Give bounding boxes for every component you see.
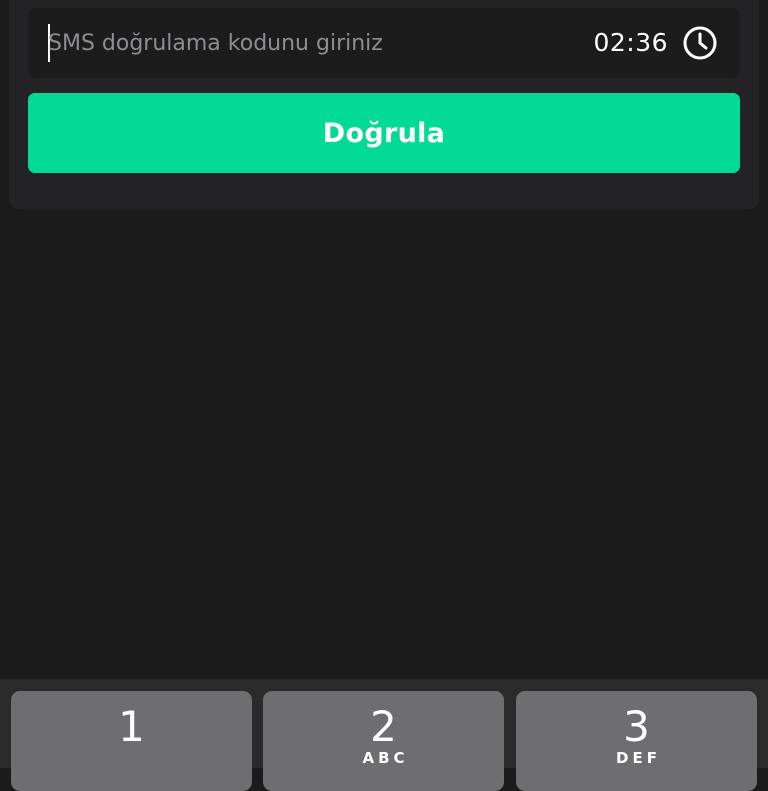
key-digit: 3 xyxy=(623,702,650,751)
verify-button[interactable]: Doğrula xyxy=(28,93,740,173)
key-digit: 2 xyxy=(370,702,397,751)
key-digit: 1 xyxy=(118,702,145,751)
key-2[interactable]: 2 ABC xyxy=(263,691,504,791)
key-letters: ABC xyxy=(362,749,409,767)
key-1[interactable]: 1 xyxy=(11,691,252,791)
numeric-keypad: 1 2 ABC 3 DEF xyxy=(0,679,768,791)
clock-icon xyxy=(683,26,717,60)
key-3[interactable]: 3 DEF xyxy=(516,691,757,791)
sms-code-input[interactable] xyxy=(48,23,568,63)
countdown-timer: 02:36 xyxy=(593,28,668,57)
sms-code-field[interactable]: 02:36 xyxy=(28,8,740,78)
key-letters: DEF xyxy=(616,749,661,767)
